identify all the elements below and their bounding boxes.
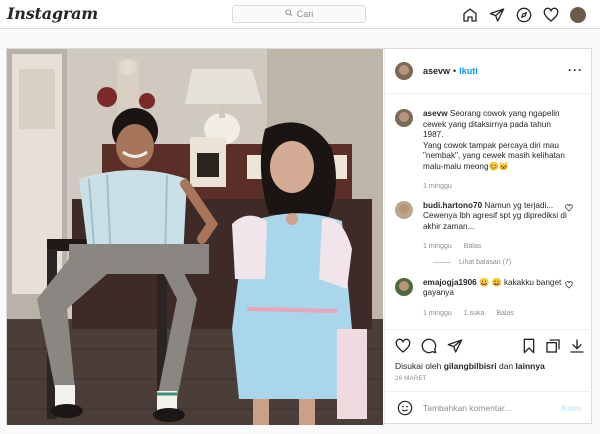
reply-button[interactable]: Balas [464,243,482,250]
nav-icons [461,6,586,23]
reply-button[interactable]: Balas [496,310,514,317]
bookmark-icon[interactable] [521,338,537,354]
comment-time[interactable]: 1 minggu [423,243,452,250]
replies-line [433,261,451,263]
caption: asevw Seorang cowok yang ngapelin cewek … [395,109,583,193]
post-photo[interactable] [7,49,383,425]
profile-avatar[interactable] [569,6,586,23]
liked-by-prefix: Disukai oleh [395,361,442,371]
more-options-icon[interactable]: ··· [568,63,583,77]
post-actions [385,329,593,361]
commenter-username[interactable]: emajogja1906 [423,278,477,287]
commenter-username[interactable]: budi.hartono70 [423,201,482,210]
liked-by-others[interactable]: lainnya [516,361,545,371]
share-direct-icon[interactable] [447,338,463,354]
caption-avatar[interactable] [395,109,413,127]
explore-icon[interactable] [515,6,532,23]
follow-button[interactable]: Ikuti [459,66,478,76]
caption-username[interactable]: asevw [423,109,448,118]
search-icon [285,9,293,19]
post-card: asevw • Ikuti ··· asevw Seorang cowok ya… [6,48,593,425]
add-comment-bar: Tambahkan komentar... Kirim [385,391,593,423]
post-sidebar: asevw • Ikuti ··· asevw Seorang cowok ya… [384,49,593,423]
activity-heart-icon[interactable] [542,6,559,23]
liked-by[interactable]: Disukai oleh gilangbilbisri dan lainnya [395,361,545,371]
commenter-avatar[interactable] [395,277,413,296]
comment-time[interactable]: 1 minggu [423,310,452,317]
caption-text-2: Yang cowok tampak percaya diri mau "nemb… [423,140,565,171]
view-replies[interactable]: Lihat balasan (7) [433,259,583,266]
author-avatar[interactable] [395,62,413,80]
comments-list: asevw Seorang cowok yang ngapelin cewek … [385,95,593,329]
liked-by-and: dan [498,361,514,371]
search-placeholder: Cari [296,9,314,19]
embed-icon[interactable] [545,338,561,354]
like-comment-heart-icon[interactable] [565,280,573,289]
comment-item: emajogja1906 😀 😀 kakakku banget gayanya … [395,277,583,320]
direct-icon[interactable] [488,6,505,23]
caption-time[interactable]: 1 minggu [423,183,452,190]
commenter-avatar[interactable] [395,200,413,219]
comment-item: budi.hartono70 Namun yg terjadi... Cewen… [395,200,583,253]
home-icon[interactable] [461,6,478,23]
download-icon[interactable] [569,338,585,354]
liked-by-user[interactable]: gilangbilbisri [444,361,497,371]
post-header: asevw • Ikuti ··· [385,49,593,94]
search-input[interactable]: Cari [232,5,366,23]
comment-input[interactable]: Tambahkan komentar... [423,403,562,413]
header-separator: • [453,66,457,76]
like-heart-icon[interactable] [395,338,411,354]
view-replies-label[interactable]: Lihat balasan (7) [459,259,511,266]
top-navigation-bar: Instagram Cari [0,0,600,29]
emoji-icon[interactable] [397,400,413,416]
like-comment-heart-icon[interactable] [565,203,573,212]
comment-bubble-icon[interactable] [421,338,437,354]
post-comment-button[interactable]: Kirim [562,403,581,413]
author-username[interactable]: asevw [423,66,450,76]
comment-likes[interactable]: 1 suka [464,310,485,317]
instagram-logo[interactable]: Instagram [7,4,98,23]
post-photo-illustration [7,49,383,425]
post-date[interactable]: 26 MARET [395,376,427,382]
